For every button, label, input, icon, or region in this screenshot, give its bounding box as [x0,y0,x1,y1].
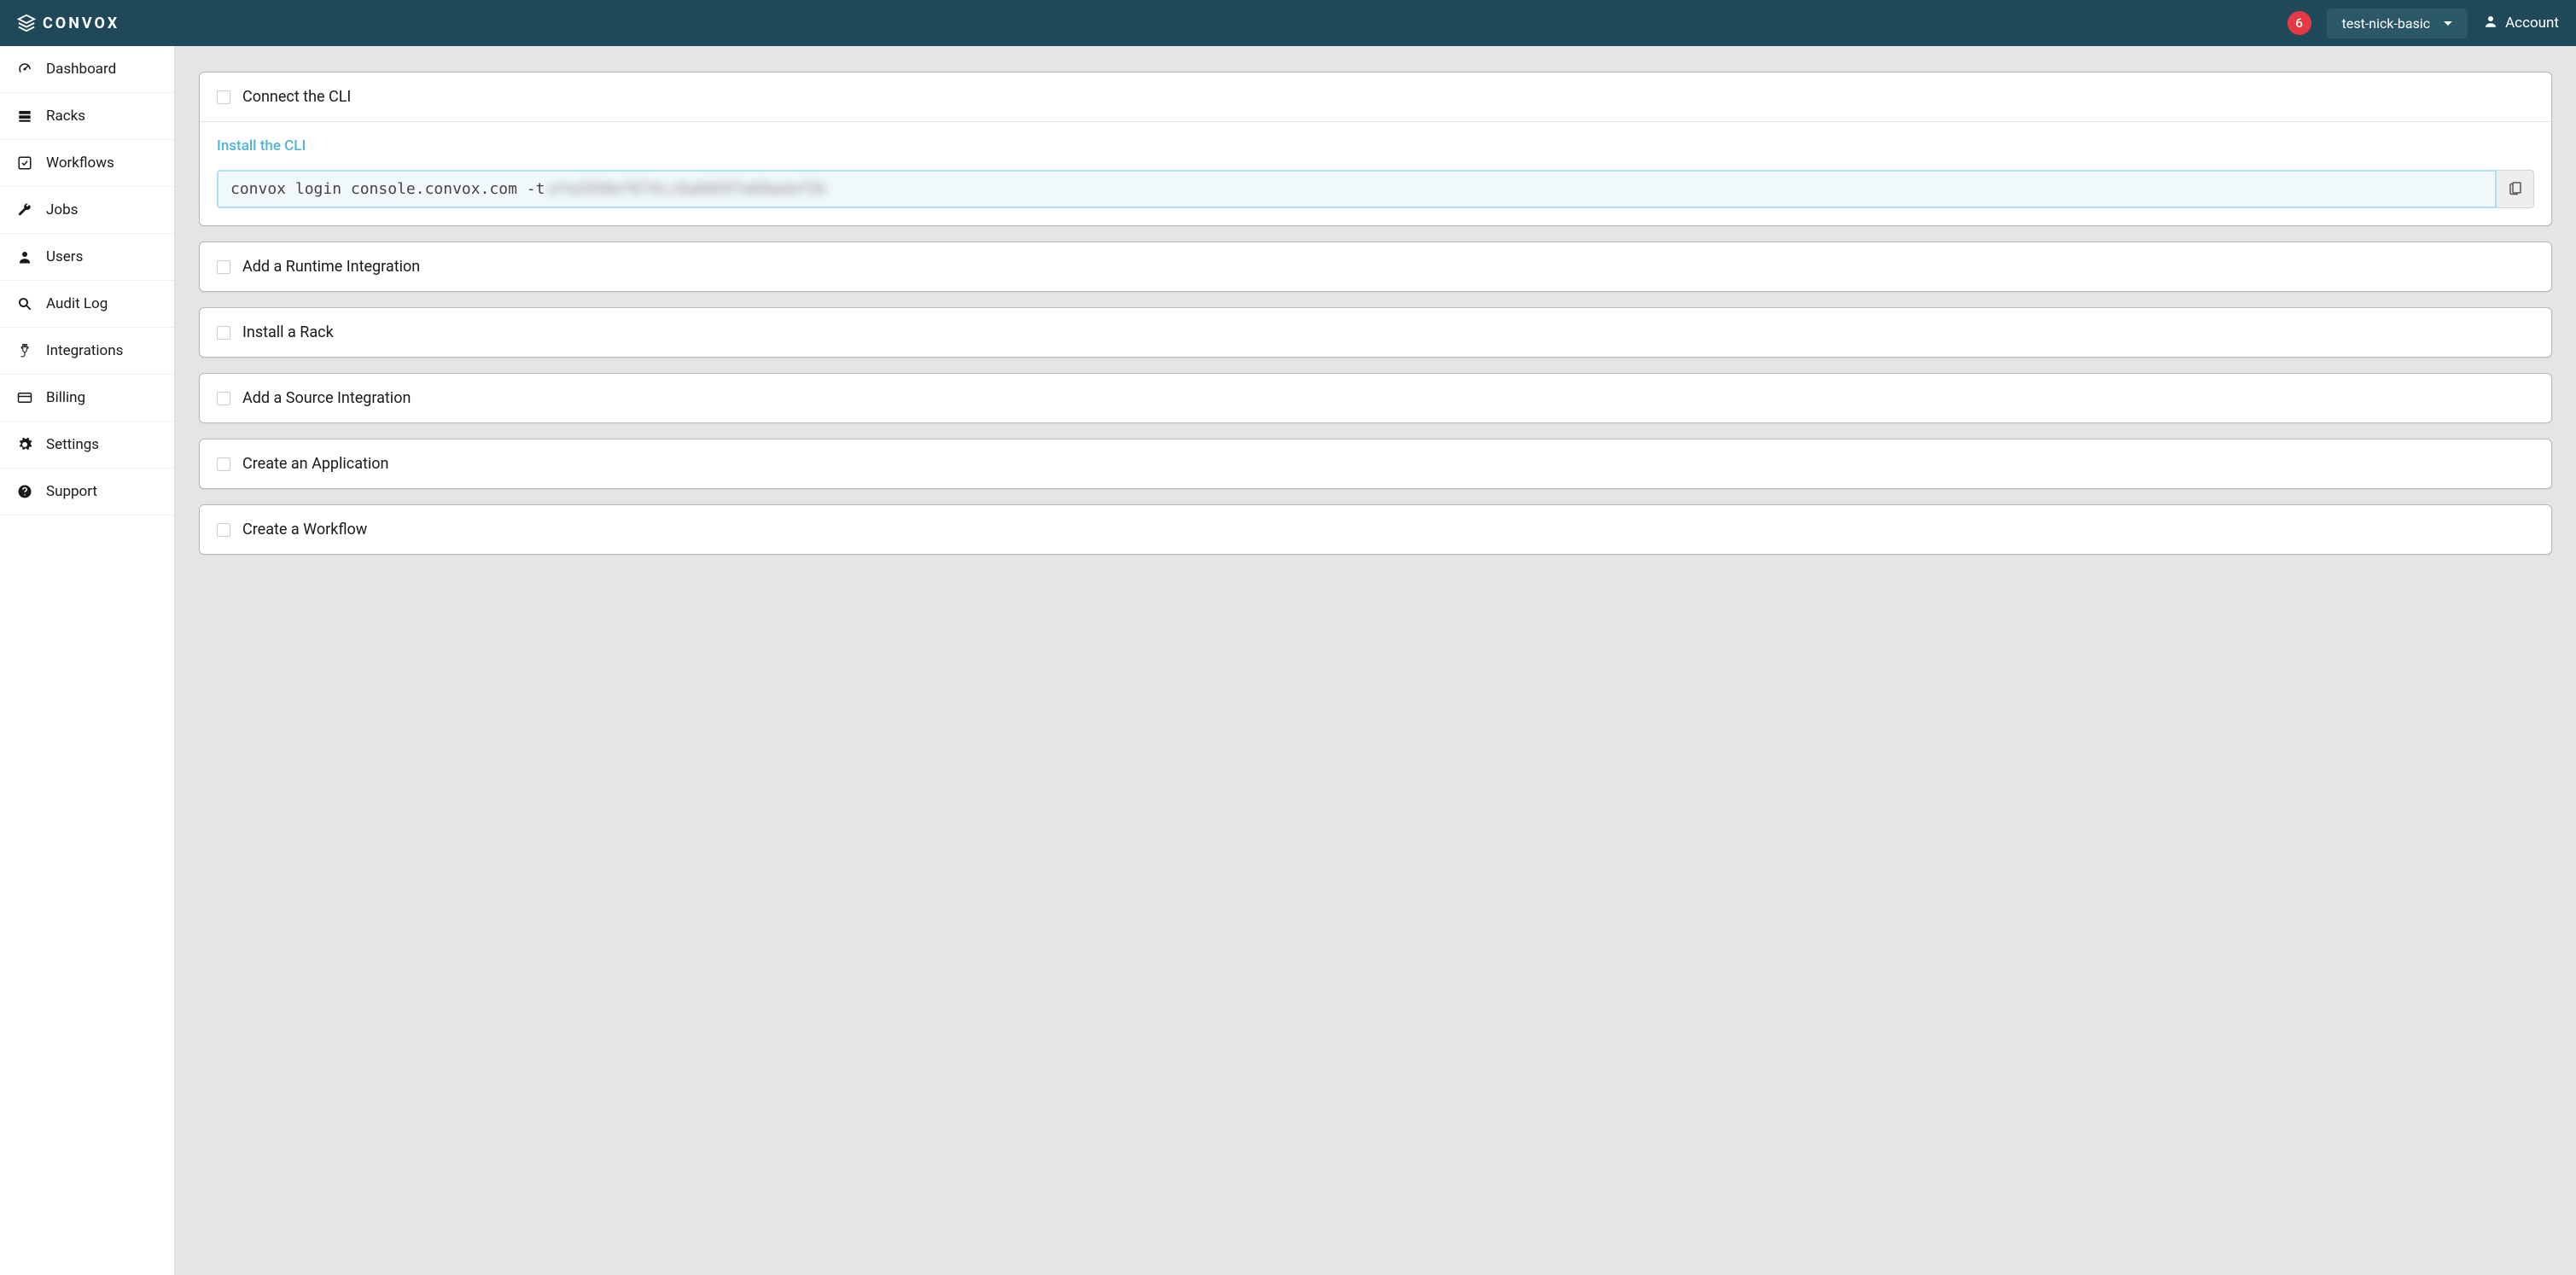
layout: Dashboard Racks Workflows Jobs Users [0,46,2576,1275]
search-icon [17,296,32,311]
wrench-icon [17,202,32,218]
logo-text: CONVOX [43,15,119,32]
checklist-item-header[interactable]: Install a Rack [200,308,2551,357]
top-header: CONVOX 6 test-nick-basic Account [0,0,2576,46]
header-right: 6 test-nick-basic Account [2288,9,2559,38]
checklist-item-label: Create a Workflow [242,521,367,539]
cli-command-row: convox login console.convox.com -t efa2X… [217,170,2534,208]
sidebar-item-label: Billing [46,389,85,406]
badge-count: 6 [2295,15,2303,31]
caret-down-icon [2444,21,2452,26]
sidebar-item-jobs[interactable]: Jobs [0,187,174,234]
plug-icon [17,343,32,358]
checkbox-icon[interactable] [217,457,230,471]
checklist-item-source-integration: Add a Source Integration [199,373,2552,423]
user-icon [2483,14,2498,33]
checkbox-icon[interactable] [217,260,230,274]
gear-icon [17,437,32,452]
sidebar-item-label: Audit Log [46,295,108,312]
sidebar-item-dashboard[interactable]: Dashboard [0,46,174,93]
checkbox-icon[interactable] [217,392,230,405]
sidebar-item-label: Settings [46,436,99,453]
checklist-item-header[interactable]: Add a Runtime Integration [200,242,2551,291]
checklist-item-runtime-integration: Add a Runtime Integration [199,242,2552,292]
org-selector[interactable]: test-nick-basic [2327,9,2468,38]
checklist-item-label: Add a Source Integration [242,389,411,407]
user-icon [17,249,32,265]
sidebar-item-label: Dashboard [46,61,116,78]
main-content: Connect the CLI Install the CLI convox l… [175,46,2576,1275]
checklist-item-header[interactable]: Connect the CLI [200,73,2551,122]
sidebar-item-billing[interactable]: Billing [0,375,174,422]
sidebar-item-users[interactable]: Users [0,234,174,281]
sidebar-item-label: Racks [46,108,85,125]
sidebar-item-integrations[interactable]: Integrations [0,328,174,375]
sidebar-item-support[interactable]: Support [0,469,174,515]
checklist-item-label: Add a Runtime Integration [242,258,420,276]
sidebar: Dashboard Racks Workflows Jobs Users [0,46,175,1275]
sidebar-item-label: Integrations [46,342,123,359]
account-label: Account [2505,15,2559,32]
checklist-item-create-workflow: Create a Workflow [199,504,2552,555]
notification-badge[interactable]: 6 [2288,11,2311,35]
install-cli-link[interactable]: Install the CLI [217,137,306,154]
check-square-icon [17,155,32,171]
account-link[interactable]: Account [2483,14,2559,33]
sidebar-item-racks[interactable]: Racks [0,93,174,140]
credit-card-icon [17,390,32,405]
dashboard-icon [17,61,32,77]
cli-token-redacted: efa2XX8e7674cc6a68XX7a69adaf2b [548,180,825,198]
checklist-item-label: Connect the CLI [242,88,351,106]
question-circle-icon [17,484,32,499]
sidebar-item-audit-log[interactable]: Audit Log [0,281,174,328]
sidebar-item-label: Support [46,483,97,500]
header-left: CONVOX [17,14,119,32]
checklist-item-create-application: Create an Application [199,439,2552,489]
checklist-item-install-rack: Install a Rack [199,307,2552,358]
clipboard-icon [2508,180,2523,198]
copy-button[interactable] [2497,170,2534,208]
checklist-item-connect-cli: Connect the CLI Install the CLI convox l… [199,72,2552,226]
checkbox-icon[interactable] [217,90,230,104]
checklist-item-label: Create an Application [242,455,388,473]
checkbox-icon[interactable] [217,326,230,340]
convox-logo-icon [17,14,36,32]
sidebar-item-label: Users [46,248,83,265]
checklist-item-header[interactable]: Add a Source Integration [200,374,2551,422]
cli-command-text: convox login console.convox.com -t [230,180,545,198]
org-name: test-nick-basic [2342,15,2430,32]
logo[interactable]: CONVOX [17,14,119,32]
sidebar-item-label: Workflows [46,154,114,172]
checklist-item-header[interactable]: Create a Workflow [200,505,2551,554]
server-icon [17,108,32,124]
sidebar-item-settings[interactable]: Settings [0,422,174,469]
checkbox-icon[interactable] [217,523,230,537]
checklist-item-header[interactable]: Create an Application [200,440,2551,488]
cli-command-block[interactable]: convox login console.convox.com -t efa2X… [217,170,2497,208]
checklist-item-label: Install a Rack [242,323,334,341]
sidebar-item-workflows[interactable]: Workflows [0,140,174,187]
cli-panel-body: Install the CLI convox login console.con… [200,122,2551,225]
sidebar-item-label: Jobs [46,201,78,218]
